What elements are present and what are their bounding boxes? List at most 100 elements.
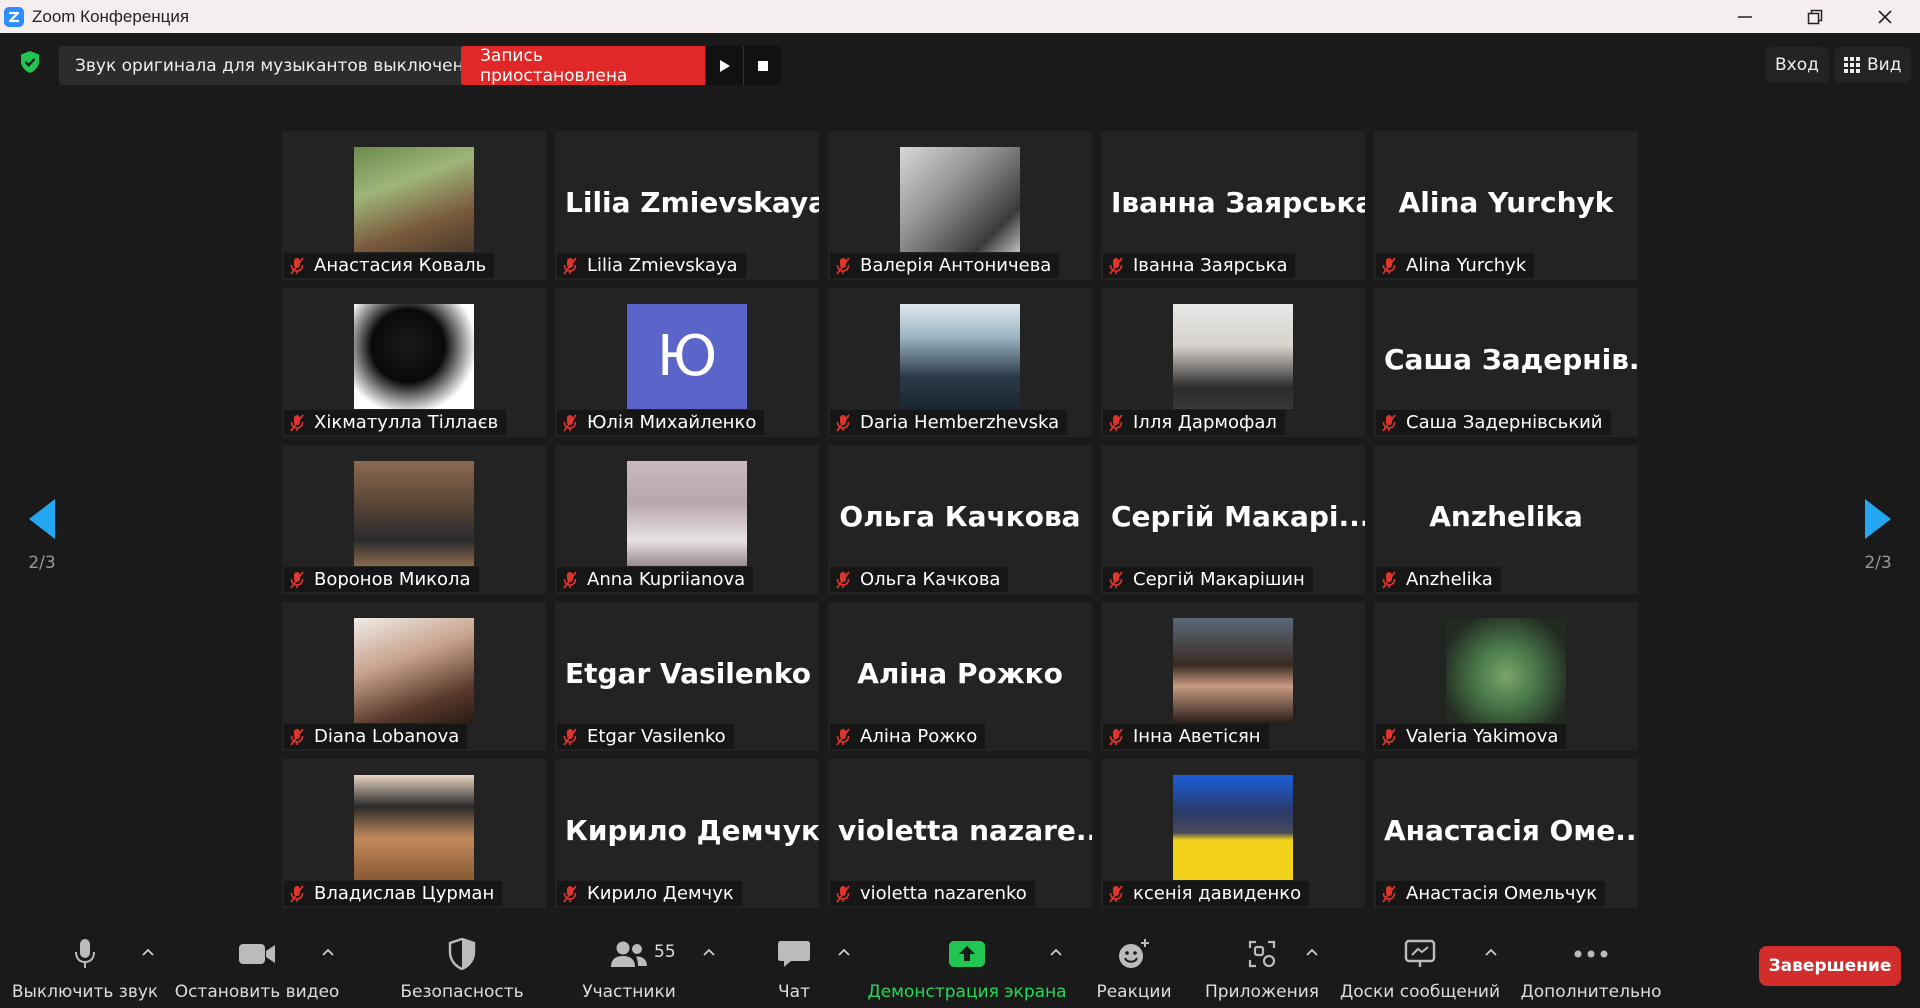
participants-options-chevron-icon[interactable]: [700, 943, 718, 961]
participant-photo: [1173, 618, 1293, 723]
participant-tile[interactable]: Владислав Цурман: [282, 759, 546, 908]
restore-button[interactable]: [1780, 0, 1850, 33]
participant-photo: [354, 147, 474, 252]
share-options-chevron-icon[interactable]: [1047, 943, 1065, 961]
participant-name-bar: Анастасия Коваль: [284, 253, 495, 278]
security-label: Безопасность: [400, 982, 524, 1002]
participant-tile[interactable]: violetta nazare... violetta nazarenko: [828, 759, 1092, 908]
participant-tile[interactable]: Anna Kupriianova: [555, 445, 819, 594]
muted-microphone-icon: [561, 570, 579, 589]
participant-name-bar: Valeria Yakimova: [1376, 724, 1567, 749]
muted-microphone-icon: [1107, 413, 1125, 432]
mute-button[interactable]: Выключить звук: [12, 915, 158, 1008]
participant-name: Валерія Антоничева: [860, 255, 1052, 276]
muted-microphone-icon: [288, 413, 306, 432]
previous-page-control[interactable]: 2/3: [17, 497, 67, 573]
participants-count: 55: [654, 942, 676, 962]
view-button[interactable]: Вид: [1834, 47, 1912, 83]
participant-name: Сергій Макарішин: [1133, 569, 1305, 590]
participant-tile[interactable]: Валерія Антоничева: [828, 131, 1092, 280]
muted-microphone-icon: [561, 884, 579, 903]
video-options-chevron-icon[interactable]: [319, 943, 337, 961]
participant-tile[interactable]: Анастасія Оме... Анастасія Омельчук: [1374, 759, 1638, 908]
stop-video-button[interactable]: Остановить видео: [174, 915, 340, 1008]
participant-name: Саша Задернівський: [1406, 412, 1603, 433]
apps-button[interactable]: Приложения: [1204, 915, 1320, 1008]
muted-microphone-icon: [1380, 413, 1398, 432]
whiteboards-button[interactable]: Доски сообщений: [1340, 915, 1500, 1008]
whiteboards-options-chevron-icon[interactable]: [1482, 943, 1500, 961]
participant-tile[interactable]: Анастасия Коваль: [282, 131, 546, 280]
stop-recording-button[interactable]: [743, 46, 781, 85]
participant-tile[interactable]: Diana Lobanova: [282, 602, 546, 751]
arrow-left-icon[interactable]: [27, 497, 57, 541]
chat-button[interactable]: Чат: [763, 915, 825, 1008]
video-label: Остановить видео: [174, 982, 340, 1002]
muted-microphone-icon: [561, 256, 579, 275]
participant-name-bar: Сергій Макарішин: [1103, 567, 1313, 592]
participant-big-name: violetta nazare...: [838, 814, 1092, 847]
participant-tile[interactable]: Сергій Макарі... Сергій Макарішин: [1101, 445, 1365, 594]
resume-recording-button[interactable]: [705, 46, 743, 85]
original-sound-status[interactable]: Звук оригинала для музыкантов выключен: [59, 46, 480, 85]
participant-name: Anzhelika: [1406, 569, 1493, 590]
participant-name: Lilia Zmievskaya: [587, 255, 738, 276]
signin-button[interactable]: Вход: [1765, 47, 1829, 83]
chat-bubble-icon: [777, 937, 811, 971]
smiley-plus-icon: [1117, 937, 1151, 971]
muted-microphone-icon: [1380, 727, 1398, 746]
participant-tile[interactable]: Аліна Рожко Аліна Рожко: [828, 602, 1092, 751]
participant-tile[interactable]: Кирило Демчук Кирило Демчук: [555, 759, 819, 908]
end-label: Завершение: [1768, 956, 1892, 976]
minimize-button[interactable]: [1710, 0, 1780, 33]
participant-photo: [900, 147, 1020, 252]
participant-name: Кирило Демчук: [587, 883, 734, 904]
reactions-button[interactable]: Реакции: [1095, 915, 1173, 1008]
participant-tile[interactable]: Alina Yurchyk Alina Yurchyk: [1374, 131, 1638, 280]
participant-name: Воронов Микола: [314, 569, 471, 590]
audio-options-chevron-icon[interactable]: [139, 943, 157, 961]
security-button[interactable]: Безопасность: [400, 915, 524, 1008]
participant-name: violetta nazarenko: [860, 883, 1027, 904]
arrow-right-icon[interactable]: [1863, 497, 1893, 541]
encryption-shield-icon[interactable]: [16, 48, 44, 76]
participant-tile[interactable]: Іванна Заярська Іванна Заярська: [1101, 131, 1365, 280]
share-screen-arrow-icon: [948, 937, 986, 971]
more-dots-icon: [1574, 937, 1608, 971]
participant-big-name: Сергій Макарі...: [1111, 500, 1365, 533]
meeting-top-bar: Звук оригинала для музыкантов выключен З…: [0, 33, 1920, 97]
participant-tile[interactable]: Ілля Дармофал: [1101, 288, 1365, 437]
participant-tile[interactable]: Воронов Микола: [282, 445, 546, 594]
apps-options-chevron-icon[interactable]: [1303, 943, 1321, 961]
participant-tile[interactable]: ксенія давиденко: [1101, 759, 1365, 908]
participant-tile[interactable]: Etgar Vasilenko Etgar Vasilenko: [555, 602, 819, 751]
participant-tile[interactable]: Daria Hemberzhevska: [828, 288, 1092, 437]
participant-tile[interactable]: Саша Задернів... Саша Задернівський: [1374, 288, 1638, 437]
participant-name-bar: Іванна Заярська: [1103, 253, 1296, 278]
page-indicator-right: 2/3: [1864, 553, 1892, 573]
participant-name-bar: ксенія давиденко: [1103, 881, 1310, 906]
close-window-button[interactable]: [1850, 0, 1920, 33]
participant-name: Інна Аветісян: [1133, 726, 1261, 747]
end-meeting-button[interactable]: Завершение: [1759, 946, 1901, 986]
participant-tile[interactable]: Інна Аветісян: [1101, 602, 1365, 751]
participant-tile[interactable]: Lilia Zmievskaya Lilia Zmievskaya: [555, 131, 819, 280]
participant-name-bar: Кирило Демчук: [557, 881, 742, 906]
participant-big-name: Анастасія Оме...: [1384, 814, 1638, 847]
participant-tile[interactable]: Anzhelika Anzhelika: [1374, 445, 1638, 594]
participant-name-bar: Саша Задернівський: [1376, 410, 1611, 435]
participant-name-bar: Etgar Vasilenko: [557, 724, 734, 749]
more-button[interactable]: Дополнительно: [1521, 915, 1662, 1008]
participant-tile[interactable]: Valeria Yakimova: [1374, 602, 1638, 751]
participant-name: Юлія Михайленко: [587, 412, 757, 433]
participant-tile[interactable]: Ольга Качкова Ольга Качкова: [828, 445, 1092, 594]
chat-options-chevron-icon[interactable]: [835, 943, 853, 961]
next-page-control[interactable]: 2/3: [1853, 497, 1903, 573]
meeting-toolbar: Выключить звук Остановить видео Безопасн…: [0, 915, 1920, 1008]
participant-tile[interactable]: Хікматулла Тіллаєв: [282, 288, 546, 437]
zoom-logo-icon: [4, 6, 24, 27]
participant-tile[interactable]: Ю Юлія Михайленко: [555, 288, 819, 437]
share-screen-button[interactable]: Демонстрация экрана: [867, 915, 1067, 1008]
muted-microphone-icon: [834, 727, 852, 746]
signin-label: Вход: [1775, 55, 1819, 75]
